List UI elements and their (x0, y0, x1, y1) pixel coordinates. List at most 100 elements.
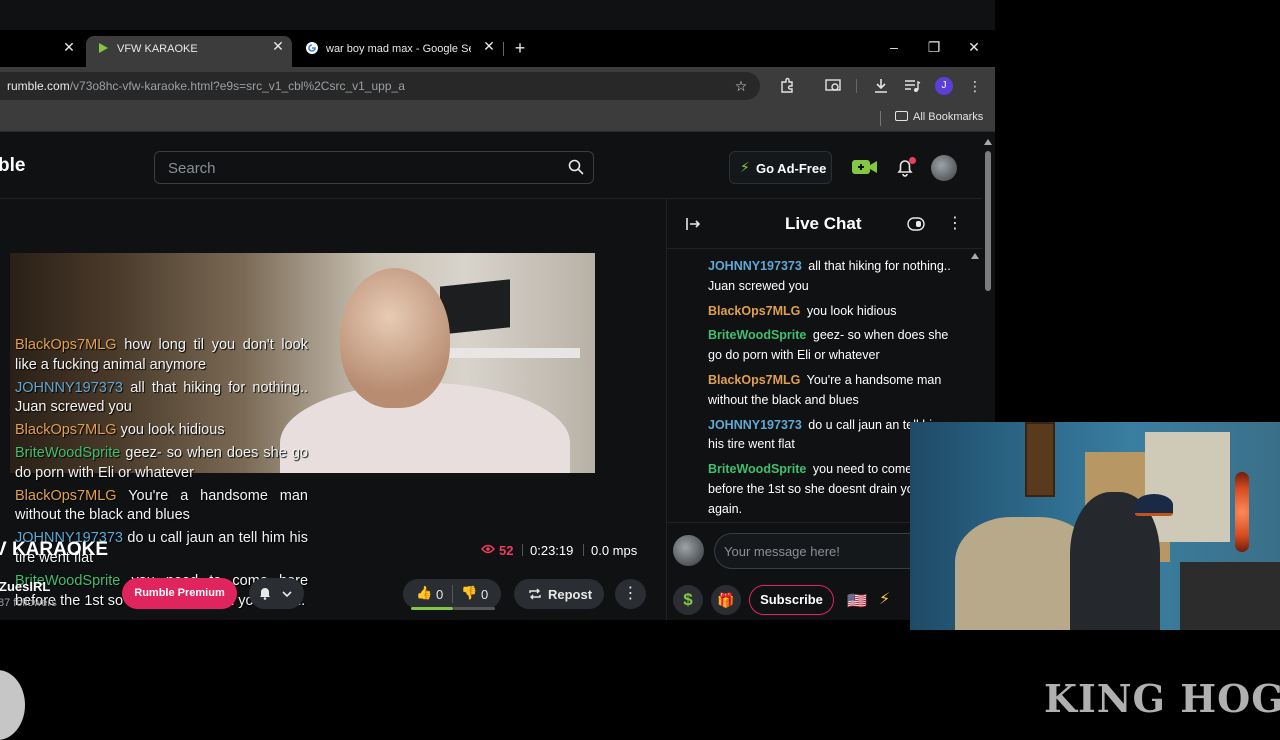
google-favicon-icon (306, 42, 318, 54)
profile-avatar[interactable]: J (935, 77, 953, 95)
site-header: ble Search ⚡ Go Ad-Free (0, 133, 982, 199)
rant-dollar-button[interactable]: $ (673, 585, 703, 615)
messages-per-second: 0.0 mps (591, 543, 638, 558)
new-tab-button[interactable]: + (510, 39, 530, 57)
vote-ratio-likes (411, 607, 453, 610)
chat-layout-toggle-icon[interactable] (907, 217, 925, 231)
info-divider (583, 544, 584, 556)
overlay-chat-user: JOHNNY197373 (15, 379, 123, 396)
notification-badge (909, 157, 916, 164)
video-person-head (340, 268, 450, 408)
webcam-hat-shape (1135, 494, 1173, 516)
repost-button[interactable]: Repost (514, 579, 604, 609)
scroll-up-arrow-icon[interactable] (984, 139, 992, 145)
chat-input-placeholder: Your message here! (724, 544, 840, 559)
folder-icon (895, 111, 908, 121)
chat-message: BlackOps7MLG You're a handsome man witho… (708, 371, 958, 411)
webcam-window-shape (1145, 432, 1230, 542)
search-input[interactable]: Search (154, 151, 594, 184)
go-ad-free-label: Go Ad-Free (756, 161, 827, 176)
overlay-chat-text: you look hidious (120, 422, 225, 439)
search-icon[interactable] (567, 158, 585, 176)
rumble-logo[interactable]: ble (0, 155, 25, 177)
scroll-thumb[interactable] (985, 151, 991, 291)
url-text: rumble.com/v73o8hc-vfw-karaoke.html?e9s=… (7, 79, 405, 93)
tab-google-search[interactable]: war boy mad max - Google Sea ✕ (295, 36, 505, 67)
tab-strip: ✕ VFW KARAOKE ✕ war boy mad max - Google… (0, 30, 995, 67)
user-avatar[interactable] (931, 155, 957, 181)
lightning-icon[interactable]: ⚡ (879, 589, 890, 609)
stream-duration: 0:23:19 (530, 543, 574, 558)
us-flag-icon[interactable]: 🇺🇸 (847, 591, 867, 611)
subscribe-button[interactable]: Subscribe (749, 585, 834, 615)
more-options-icon[interactable]: ⋮ (615, 579, 646, 609)
webcam-overlay (910, 422, 1280, 630)
lightning-icon: ⚡ (740, 159, 750, 175)
collapse-chat-icon[interactable] (685, 216, 701, 232)
chat-scroll-up-icon[interactable] (971, 253, 979, 259)
overlay-chat-user: BlackOps7MLG (15, 422, 117, 439)
dislike-count: 0 (481, 587, 489, 602)
overlay-chat-message: BlackOps7MLG You're a handsome man witho… (15, 487, 308, 527)
restore-button[interactable]: ❐ (919, 38, 949, 56)
chat-text: you look hidious (806, 303, 897, 318)
chat-header: Live Chat ⋮ (667, 199, 983, 249)
notify-dropdown-button[interactable] (249, 578, 304, 609)
extensions-icon[interactable] (778, 77, 796, 95)
rumble-page: ble Search ⚡ Go Ad-Free BlackOps7MLG how… (0, 133, 995, 620)
go-live-camera-icon[interactable] (852, 159, 878, 175)
chat-username[interactable]: JOHNNY197373 (708, 418, 802, 432)
media-playlist-icon[interactable] (903, 77, 921, 95)
chat-menu-icon[interactable]: ⋮ (947, 213, 963, 233)
chat-username[interactable]: BriteWoodSprite (708, 328, 806, 342)
like-count: 0 (436, 587, 444, 602)
browser-window: ✕ VFW KARAOKE ✕ war boy mad max - Google… (0, 0, 995, 620)
toolbar-divider (856, 79, 857, 93)
thumbs-down-icon: 👎 (461, 585, 478, 600)
tab-title: VFW KARAOKE (117, 43, 198, 55)
tab-close-icon[interactable]: ✕ (480, 37, 498, 55)
bottom-left-light-shape (0, 670, 25, 740)
bell-icon (260, 588, 270, 600)
download-icon[interactable] (872, 77, 890, 95)
gift-icon[interactable]: 🎁 (711, 585, 741, 615)
bookmarks-divider (880, 111, 881, 126)
chat-message: BlackOps7MLG you look hidious (708, 302, 958, 322)
dislike-button[interactable]: 👎 0 (453, 579, 501, 609)
thumbs-up-icon: 👍 (416, 585, 433, 600)
bookmarks-bar: All Bookmarks (0, 105, 995, 132)
rumble-premium-button[interactable]: Rumble Premium (122, 578, 237, 609)
address-bar[interactable]: rumble.com/v73o8hc-vfw-karaoke.html?e9s=… (0, 72, 760, 100)
cast-icon[interactable] (824, 77, 842, 95)
browser-menu-icon[interactable]: ⋮ (966, 77, 984, 95)
vote-ratio-bar (403, 607, 501, 610)
video-tv-shape (440, 279, 510, 335)
url-domain: rumble.com (7, 79, 70, 93)
repost-label: Repost (548, 587, 593, 602)
tab-vfw-karaoke[interactable]: VFW KARAOKE ✕ (86, 36, 292, 67)
all-bookmarks-button[interactable]: All Bookmarks (895, 111, 983, 123)
viewer-count: 52 (499, 543, 514, 558)
chat-username[interactable]: BriteWoodSprite (708, 462, 806, 476)
overlay-chat-message: BlackOps7MLG you look hidious (15, 421, 308, 441)
repost-icon (529, 588, 541, 600)
webcam-desk-shape (1180, 562, 1280, 630)
chat-title: Live Chat (785, 214, 862, 233)
go-ad-free-button[interactable]: ⚡ Go Ad-Free (729, 151, 832, 184)
channel-name[interactable]: ZuesIRL (0, 579, 50, 594)
chat-username[interactable]: JOHNNY197373 (708, 259, 802, 273)
video-title: V KARAOKE (0, 539, 109, 560)
tab-close-icon[interactable]: ✕ (60, 38, 78, 56)
chat-message: BriteWoodSprite geez- so when does she g… (708, 326, 958, 366)
overlay-chat-message: BriteWoodSprite geez- so when does she g… (15, 444, 308, 484)
close-window-button[interactable]: ✕ (959, 38, 989, 56)
chat-username[interactable]: BlackOps7MLG (708, 373, 800, 387)
chat-username[interactable]: BlackOps7MLG (708, 304, 800, 318)
search-placeholder: Search (168, 160, 216, 177)
minimize-button[interactable]: – (879, 38, 909, 56)
bookmark-star-icon[interactable]: ☆ (732, 77, 750, 95)
tab-close-icon[interactable]: ✕ (269, 37, 287, 55)
like-button[interactable]: 👍 0 (403, 579, 452, 609)
eye-icon (481, 544, 495, 554)
overlay-chat-user: BlackOps7MLG (15, 337, 117, 353)
